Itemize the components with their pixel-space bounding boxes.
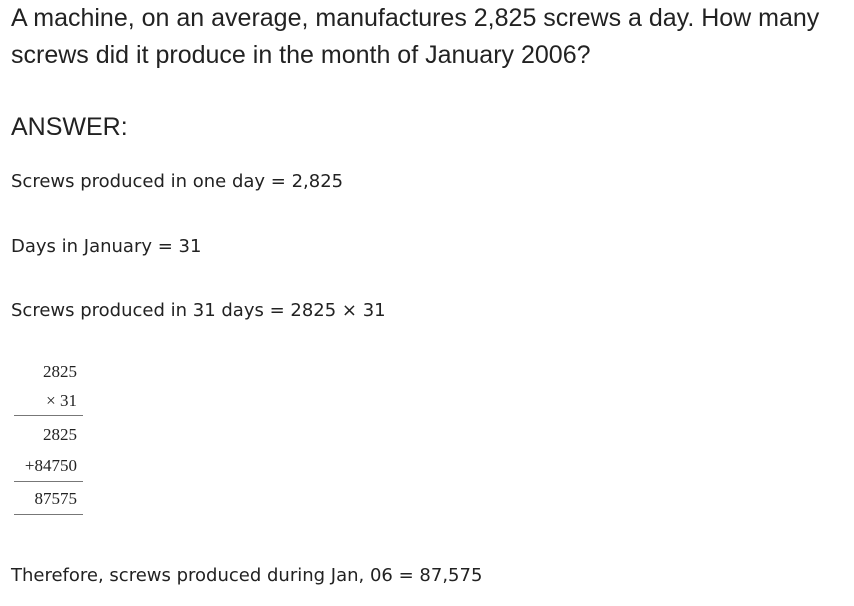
calc-partial-product-2: +84750 [24,456,77,475]
answer-heading: ANSWER: [11,113,128,141]
answer-conclusion: Therefore, screws produced during Jan, 0… [11,565,483,586]
answer-step-multiplication: Screws produced in 31 days = 2825 × 31 [11,300,386,321]
calc-divider-line [14,514,83,515]
answer-step-days-in-january: Days in January = 31 [11,236,202,257]
question-text: A machine, on an average, manufactures 2… [11,4,820,69]
calc-divider-line [14,415,83,416]
calc-partial-product-1: 2825 [43,425,77,444]
calc-multiplier: × 31 [46,391,77,410]
calc-product: 87575 [34,489,78,508]
answer-step-one-day: Screws produced in one day = 2,825 [11,171,344,192]
calc-divider-line [14,481,83,482]
calc-multiplicand: 2825 [43,362,77,381]
